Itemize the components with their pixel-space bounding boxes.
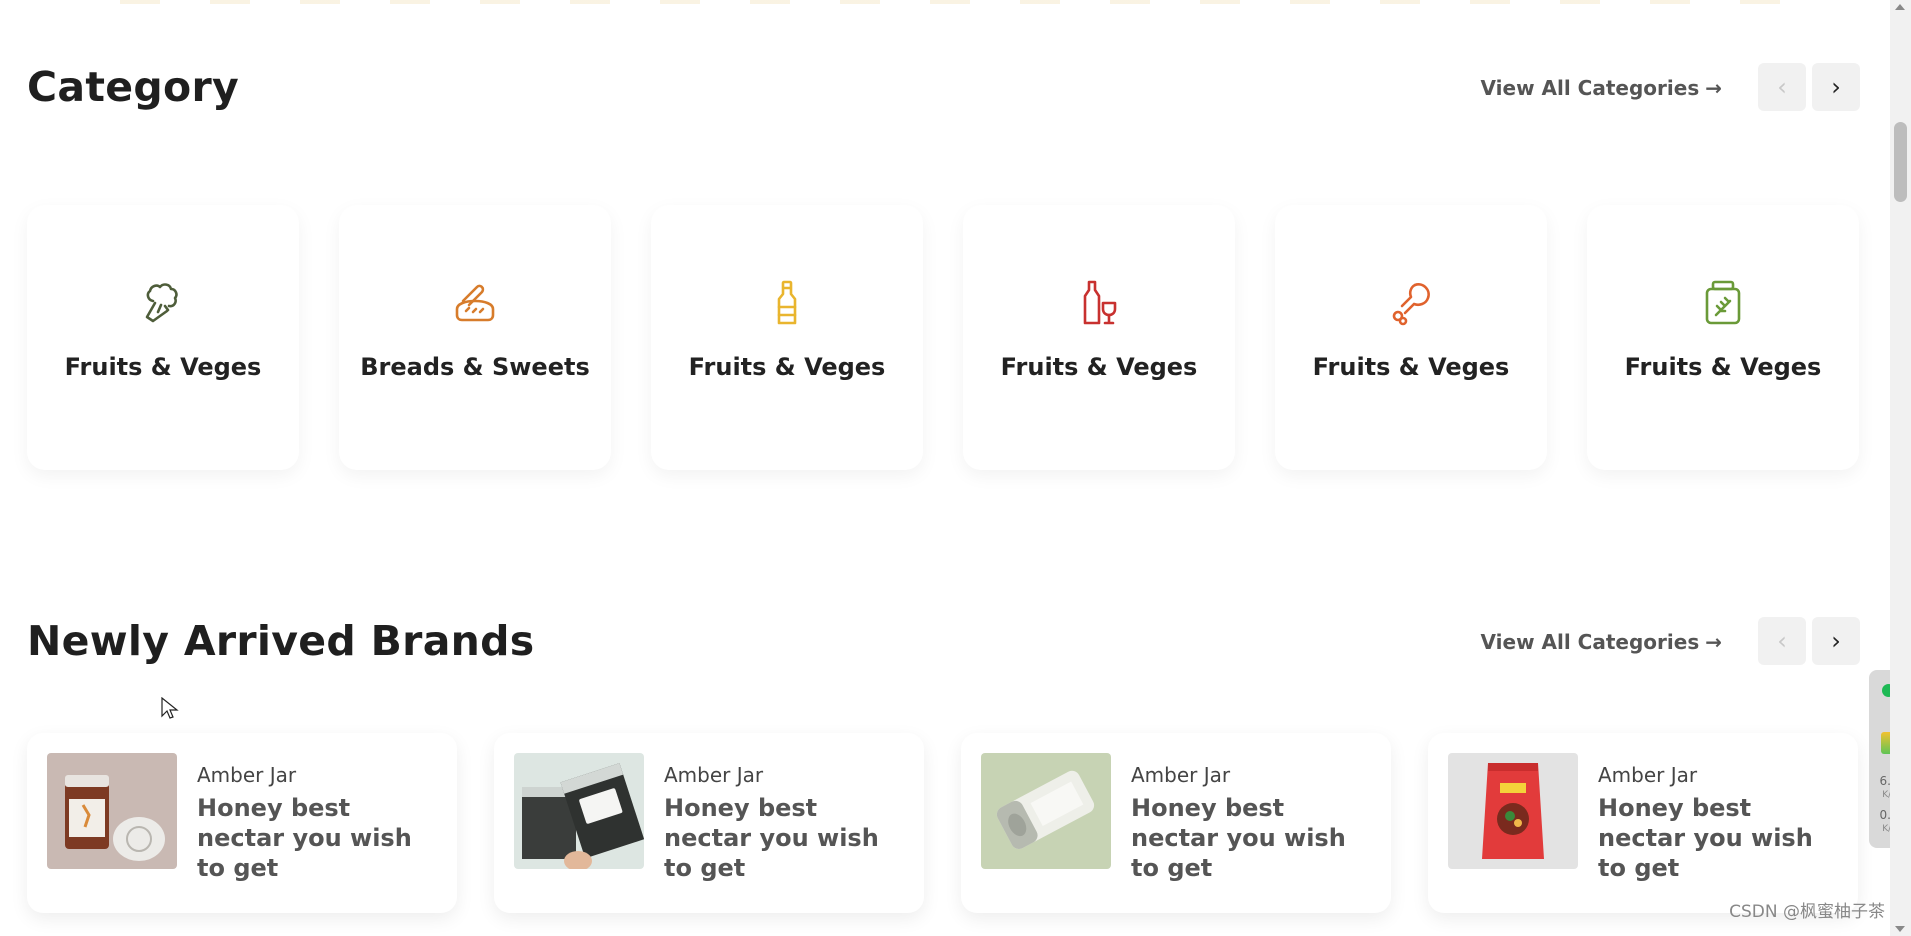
- tea-bag-product-image: [514, 753, 644, 869]
- top-banner-edge: [120, 0, 1820, 4]
- brand-name: Amber Jar: [197, 763, 297, 787]
- brand-description: Honey best nectar you wish to get: [1598, 794, 1813, 882]
- jar-product-image: [47, 753, 177, 869]
- brand-name: Amber Jar: [664, 763, 764, 787]
- scrollbar-thumb[interactable]: [1894, 122, 1907, 202]
- brand-description: Honey best nectar you wish to get: [1131, 794, 1346, 882]
- scroll-down-arrow-icon[interactable]: [1895, 926, 1905, 932]
- food-pouch-product-image: [1448, 753, 1578, 869]
- view-all-brands-link[interactable]: View All Categories →: [1481, 630, 1722, 654]
- vertical-scrollbar[interactable]: [1890, 0, 1911, 936]
- category-card[interactable]: Breads & Sweets: [339, 205, 611, 470]
- category-label: Fruits & Veges: [1624, 353, 1822, 381]
- arrow-right-icon: →: [1705, 630, 1722, 654]
- category-carousel: Fruits & Veges Breads & Sweets Fruits & …: [27, 205, 1859, 475]
- drumstick-icon: [1392, 283, 1430, 326]
- brand-card[interactable]: Amber Jar Honey best nectar you wish to …: [1428, 733, 1858, 913]
- category-label: Fruits & Veges: [1312, 353, 1510, 381]
- bread-icon: [455, 284, 495, 322]
- category-card[interactable]: Fruits & Veges: [27, 205, 299, 470]
- category-prev-button[interactable]: ‹: [1758, 63, 1806, 111]
- category-card[interactable]: Fruits & Veges: [1275, 205, 1547, 470]
- view-all-categories-link[interactable]: View All Categories →: [1481, 76, 1722, 100]
- brands-carousel: Amber Jar Honey best nectar you wish to …: [27, 733, 1858, 913]
- brands-header: Newly Arrived Brands View All Categories…: [27, 617, 1860, 677]
- mouse-cursor-icon: [161, 697, 179, 719]
- bottle-icon: [777, 280, 797, 325]
- brand-card[interactable]: Amber Jar Honey best nectar you wish to …: [494, 733, 924, 913]
- view-all-label: View All Categories: [1480, 630, 1700, 654]
- jar-icon: [1705, 280, 1741, 325]
- brands-prev-button[interactable]: ‹: [1758, 617, 1806, 665]
- page: Category View All Categories → ‹ › Fruits…: [0, 0, 1890, 936]
- category-label: Breads & Sweets: [360, 353, 590, 381]
- broccoli-icon: [145, 283, 178, 323]
- tin-can-product-image: [981, 753, 1111, 869]
- category-label: Fruits & Veges: [1000, 353, 1198, 381]
- view-all-label: View All Categories: [1480, 76, 1700, 100]
- brands-title: Newly Arrived Brands: [27, 617, 535, 665]
- scroll-up-arrow-icon[interactable]: [1895, 4, 1905, 10]
- brands-next-button[interactable]: ›: [1812, 617, 1860, 665]
- wine-icon: [1083, 280, 1117, 325]
- brand-description: Honey best nectar you wish to get: [664, 794, 879, 882]
- category-label: Fruits & Veges: [688, 353, 886, 381]
- brand-card[interactable]: Amber Jar Honey best nectar you wish to …: [961, 733, 1391, 913]
- category-next-button[interactable]: ›: [1812, 63, 1860, 111]
- brand-description: Honey best nectar you wish to get: [197, 794, 412, 882]
- category-title: Category: [27, 63, 240, 111]
- csdn-watermark: CSDN @枫蜜柚子茶: [1729, 902, 1885, 922]
- brand-name: Amber Jar: [1598, 763, 1698, 787]
- category-card[interactable]: Fruits & Veges: [651, 205, 923, 470]
- category-label: Fruits & Veges: [64, 353, 262, 381]
- brand-name: Amber Jar: [1131, 763, 1231, 787]
- category-header: Category View All Categories → ‹ ›: [27, 63, 1860, 123]
- arrow-right-icon: →: [1705, 76, 1722, 100]
- category-card[interactable]: Fruits & Veges: [963, 205, 1235, 470]
- brand-card[interactable]: Amber Jar Honey best nectar you wish to …: [27, 733, 457, 913]
- category-card[interactable]: Fruits & Veges: [1587, 205, 1859, 470]
